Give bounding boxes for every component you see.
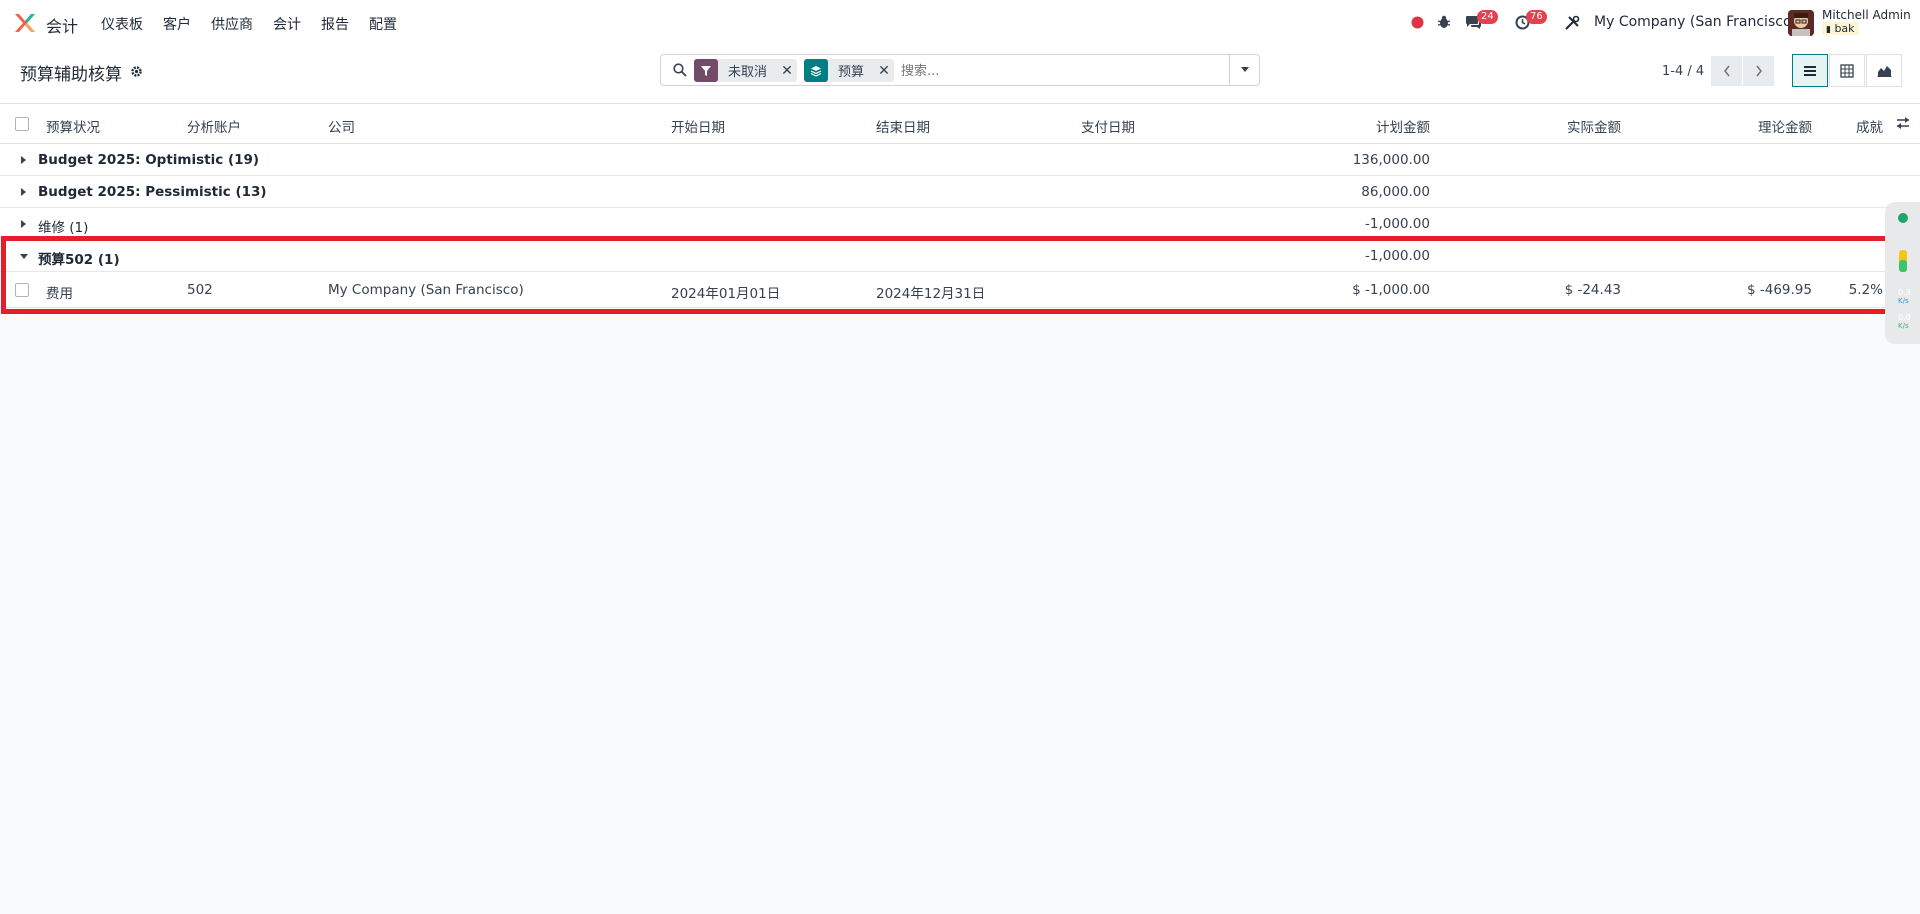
- group-planned-amount: -1,000.00: [1365, 216, 1430, 232]
- company-switcher[interactable]: My Company (San Francisco): [1594, 14, 1797, 30]
- user-avatar[interactable]: [1788, 10, 1814, 36]
- cell-company[interactable]: My Company (San Francisco): [328, 282, 524, 298]
- download-speed-unit: K/s: [1898, 322, 1909, 330]
- upload-speed: 0.3: [1898, 288, 1911, 297]
- menu-item-accounting[interactable]: 会计: [273, 14, 301, 34]
- column-budget-status[interactable]: 预算状况: [46, 116, 100, 136]
- cell-analytic-account[interactable]: 502: [187, 282, 213, 298]
- pager-previous-button[interactable]: [1711, 56, 1742, 86]
- chevron-left-icon: [1723, 65, 1730, 77]
- layers-icon: [804, 59, 828, 82]
- caret-right-icon: [21, 220, 26, 228]
- gear-icon[interactable]: [130, 63, 143, 83]
- database-name: ▮ bak: [1822, 22, 1859, 35]
- groupby-facet[interactable]: 预算 ✕: [804, 59, 895, 82]
- control-panel: 预算辅助核算 未取消 ✕ 预算 ✕ 搜索... 1-4 / 4: [0, 46, 1920, 104]
- caret-down-icon: [1240, 67, 1249, 72]
- search-icon: [673, 63, 687, 81]
- menu-item-customers[interactable]: 客户: [163, 14, 191, 34]
- menu-item-dashboard[interactable]: 仪表板: [101, 14, 143, 34]
- download-speed: 0.0: [1898, 313, 1911, 322]
- messages-count-badge: 24: [1477, 10, 1498, 24]
- graph-view-button[interactable]: [1866, 54, 1902, 87]
- column-company[interactable]: 公司: [328, 116, 355, 136]
- group-row[interactable]: Budget 2025: Pessimistic (13) 86,000.00: [0, 176, 1920, 208]
- area-chart-icon: [1877, 66, 1891, 77]
- table-row[interactable]: 费用 502 My Company (San Francisco) 2024年0…: [0, 272, 1920, 308]
- filter-facet[interactable]: 未取消 ✕: [694, 59, 798, 82]
- search-options-toggle[interactable]: [1229, 55, 1259, 85]
- column-start-date[interactable]: 开始日期: [671, 116, 725, 136]
- column-end-date[interactable]: 结束日期: [876, 116, 930, 136]
- odoo-accounting-logo-icon[interactable]: [13, 12, 37, 34]
- cell-budget-status[interactable]: 费用: [46, 282, 73, 302]
- pager-value[interactable]: 1-4 / 4: [1662, 64, 1704, 79]
- remove-filter-close-icon[interactable]: ✕: [777, 63, 797, 79]
- database-icon: ▮: [1826, 25, 1831, 35]
- upload-speed-unit: K/s: [1898, 297, 1909, 305]
- network-monitor-widget[interactable]: 0.3 K/s 0.0 K/s: [1885, 202, 1920, 344]
- activities-count-badge: 76: [1526, 10, 1547, 24]
- caret-down-icon: [20, 254, 28, 259]
- status-dot-icon: [1898, 213, 1908, 223]
- group-planned-amount: 86,000.00: [1361, 184, 1430, 200]
- chevron-right-icon: [1755, 65, 1762, 77]
- remove-groupby-close-icon[interactable]: ✕: [874, 63, 894, 79]
- groupby-facet-label: 预算: [838, 65, 865, 80]
- column-paid-date[interactable]: 支付日期: [1081, 116, 1135, 136]
- table-grid-icon: [1840, 63, 1854, 78]
- user-name[interactable]: Mitchell Admin: [1822, 8, 1911, 22]
- pager-next-button[interactable]: [1743, 56, 1774, 86]
- database-name-label: bak: [1834, 22, 1855, 35]
- group-row[interactable]: 维修 (1) -1,000.00: [0, 208, 1920, 240]
- optional-columns-toggle-icon[interactable]: [1896, 117, 1910, 133]
- cell-planned-amount[interactable]: $ -1,000.00: [1352, 282, 1430, 298]
- column-theoretical-amount[interactable]: 理论金额: [1758, 116, 1812, 136]
- group-name: Budget 2025: Optimistic (19): [38, 152, 260, 168]
- group-row-expanded[interactable]: 预算502 (1) -1,000.00: [0, 240, 1920, 272]
- group-name: 维修 (1): [38, 220, 89, 236]
- search-box: 未取消 ✕ 预算 ✕: [660, 54, 1260, 86]
- breadcrumb: 预算辅助核算: [20, 60, 143, 85]
- list-icon: [1804, 65, 1816, 76]
- menu-item-vendors[interactable]: 供应商: [211, 14, 253, 34]
- cell-theoretical-amount[interactable]: $ -469.95: [1747, 282, 1812, 298]
- group-planned-amount: 136,000.00: [1352, 152, 1430, 168]
- main-menu: 仪表板 客户 供应商 会计 报告 配置: [101, 14, 417, 34]
- app-name[interactable]: 会计: [46, 13, 78, 37]
- filter-facet-label: 未取消: [728, 65, 768, 80]
- group-planned-amount: -1,000.00: [1365, 248, 1430, 264]
- column-achievement[interactable]: 成就: [1856, 116, 1883, 136]
- filter-icon: [694, 59, 718, 82]
- column-practical-amount[interactable]: 实际金额: [1567, 116, 1621, 136]
- cell-end-date[interactable]: 2024年12月31日: [876, 282, 985, 302]
- pivot-view-button[interactable]: [1829, 54, 1865, 87]
- row-select-checkbox[interactable]: [15, 283, 29, 297]
- caret-right-icon: [21, 156, 26, 164]
- menu-item-reporting[interactable]: 报告: [321, 14, 349, 34]
- cell-start-date[interactable]: 2024年01月01日: [671, 282, 780, 302]
- caret-right-icon: [21, 188, 26, 196]
- group-name: Budget 2025: Pessimistic (13): [38, 184, 267, 200]
- group-name: 预算502 (1): [38, 252, 120, 268]
- tools-wrench-icon[interactable]: [1565, 15, 1580, 34]
- group-row[interactable]: Budget 2025: Optimistic (19) 136,000.00: [0, 144, 1920, 176]
- cell-achievement[interactable]: 5.2%: [1849, 282, 1883, 298]
- column-planned-amount[interactable]: 计划金额: [1376, 116, 1430, 136]
- column-analytic-account[interactable]: 分析账户: [187, 116, 241, 136]
- recording-dot-icon[interactable]: [1411, 16, 1424, 33]
- select-all-checkbox[interactable]: [15, 117, 29, 131]
- top-navbar: 会计 仪表板 客户 供应商 会计 报告 配置 24 76 My Company …: [0, 0, 1920, 46]
- search-input[interactable]: [899, 60, 1199, 82]
- budget-list: 预算状况 分析账户 公司 开始日期 结束日期 支付日期 计划金额 实际金额 理论…: [0, 104, 1920, 308]
- page-title: 预算辅助核算: [20, 65, 122, 85]
- menu-item-configuration[interactable]: 配置: [369, 14, 397, 34]
- cell-practical-amount[interactable]: $ -24.43: [1565, 282, 1621, 298]
- debug-bug-icon[interactable]: [1437, 15, 1451, 33]
- table-header: 预算状况 分析账户 公司 开始日期 结束日期 支付日期 计划金额 实际金额 理论…: [0, 104, 1920, 144]
- list-view-button[interactable]: [1792, 54, 1828, 87]
